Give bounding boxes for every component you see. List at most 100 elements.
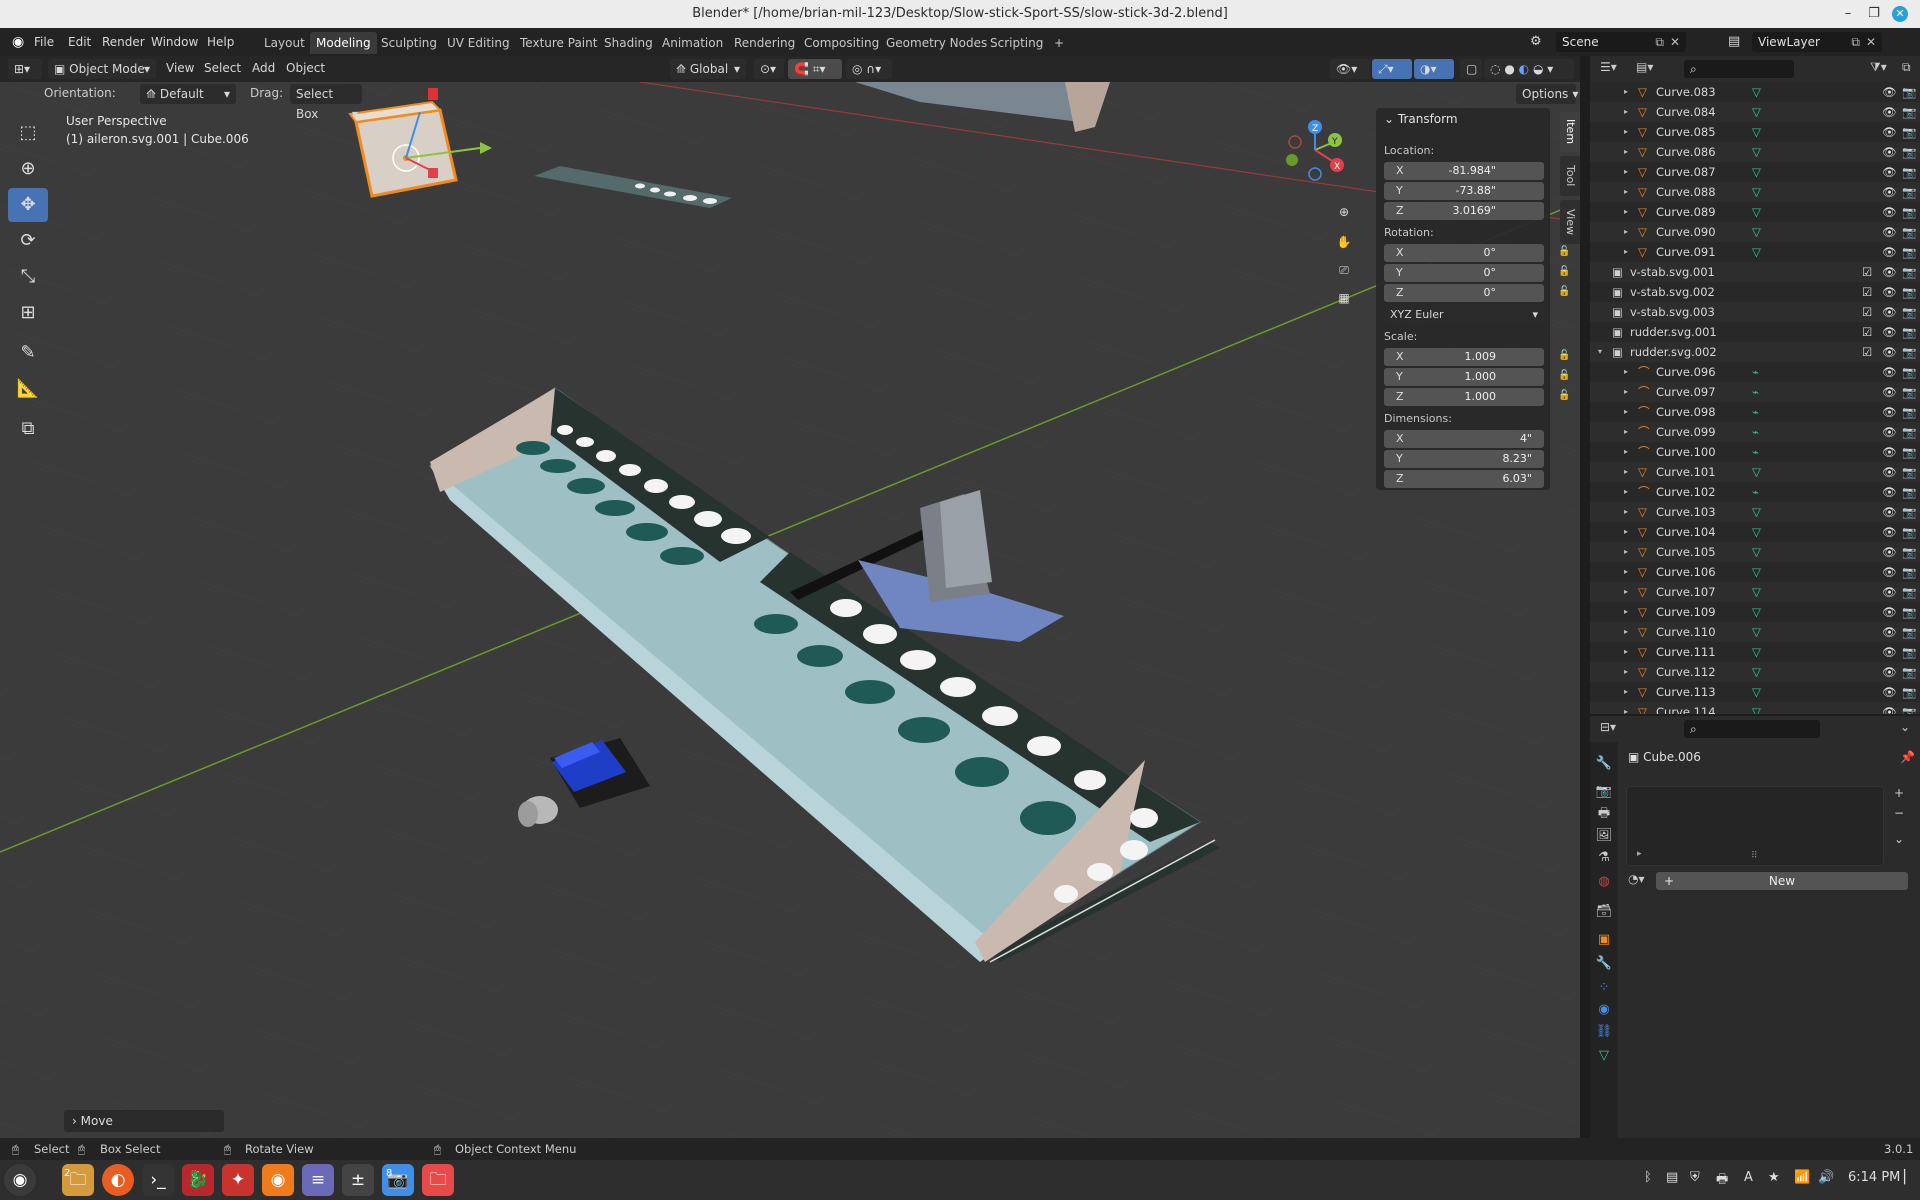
- move-tool-icon[interactable]: ✥: [8, 188, 48, 222]
- scale-x-field[interactable]: X 1.009 🔓: [1384, 348, 1570, 366]
- visibility-eye-icon[interactable]: 👁: [1882, 162, 1897, 182]
- star-icon[interactable]: ★: [1768, 1170, 1780, 1185]
- menu-file[interactable]: File: [28, 33, 60, 51]
- outliner-row[interactable]: ▣ v-stab.svg.001 ☑ 👁 📷: [1590, 262, 1920, 282]
- object-properties-icon[interactable]: ▣: [1594, 930, 1614, 950]
- visibility-eye-icon[interactable]: 👁: [1882, 462, 1897, 482]
- expand-arrow-icon[interactable]: ▸: [1624, 162, 1628, 182]
- data-properties-icon[interactable]: ▽: [1594, 1046, 1614, 1066]
- expand-arrow-icon[interactable]: ▸: [1624, 522, 1628, 542]
- add-cube-tool-icon[interactable]: ⧉: [8, 412, 48, 446]
- physics-properties-icon[interactable]: ◉: [1594, 1000, 1614, 1020]
- render-visibility-icon[interactable]: 📷: [1902, 402, 1916, 422]
- select-box-tool-icon[interactable]: ⬚: [8, 116, 48, 150]
- visibility-eye-icon[interactable]: 👁: [1882, 322, 1897, 342]
- visibility-eye-icon[interactable]: 👁: [1882, 482, 1897, 502]
- render-visibility-icon[interactable]: 📷: [1902, 342, 1916, 362]
- menu-help[interactable]: Help: [201, 33, 240, 51]
- annotate-tool-icon[interactable]: ✎: [8, 336, 48, 370]
- tool-properties-icon[interactable]: 🔧: [1594, 754, 1614, 774]
- visibility-eye-icon[interactable]: 👁: [1882, 542, 1897, 562]
- folder-active-icon[interactable]: 🗀: [422, 1164, 454, 1196]
- outliner-row[interactable]: ▸ ▽ Curve.109 ▽ 👁 📷: [1590, 602, 1920, 622]
- render-properties-icon[interactable]: 📷: [1594, 782, 1614, 802]
- shading-mode-buttons[interactable]: ◌ ● ◐ ◒ ▾: [1484, 59, 1574, 79]
- material-browse-icon[interactable]: ◔▾: [1628, 872, 1654, 890]
- scale-z-field[interactable]: Z 1.000 🔓: [1384, 388, 1570, 406]
- menu-add[interactable]: Add: [246, 59, 281, 77]
- curve-data-icon[interactable]: ⌁: [1752, 382, 1759, 402]
- visibility-eye-icon[interactable]: 👁: [1882, 242, 1897, 262]
- curve-data-icon[interactable]: ▽: [1752, 542, 1761, 562]
- screenshot-icon[interactable]: 📷 8: [382, 1164, 414, 1196]
- menu-view[interactable]: View: [160, 59, 200, 77]
- lock-icon[interactable]: 🔓: [1558, 350, 1570, 362]
- expand-arrow-icon[interactable]: ▸: [1624, 702, 1628, 714]
- expand-arrow-icon[interactable]: ▸: [1624, 422, 1628, 442]
- expand-arrow-icon[interactable]: ▸: [1624, 82, 1628, 102]
- filter-icon[interactable]: ⧩▾: [1870, 60, 1887, 75]
- world-properties-icon[interactable]: ◍: [1594, 872, 1614, 892]
- gizmo-toggle-icon[interactable]: ⤢▾: [1372, 59, 1412, 79]
- render-visibility-icon[interactable]: 📷: [1902, 682, 1916, 702]
- constraint-properties-icon[interactable]: ⛓: [1594, 1022, 1614, 1042]
- expand-arrow-icon[interactable]: ▸: [1624, 542, 1628, 562]
- modifier-properties-icon[interactable]: 🔧: [1594, 954, 1614, 974]
- outliner-row[interactable]: ▸ ⌒ Curve.102 ⌁ 👁 📷: [1590, 482, 1920, 502]
- scale-tool-icon[interactable]: ⤡: [8, 260, 48, 294]
- curve-data-icon[interactable]: ▽: [1752, 622, 1761, 642]
- render-visibility-icon[interactable]: 📷: [1902, 82, 1916, 102]
- curve-data-icon[interactable]: ▽: [1752, 522, 1761, 542]
- add-slot-icon[interactable]: +: [1890, 786, 1908, 804]
- curve-data-icon[interactable]: ▽: [1752, 682, 1761, 702]
- display-mode-icon[interactable]: ▤▾: [1636, 60, 1653, 74]
- render-visibility-icon[interactable]: 📷: [1902, 622, 1916, 642]
- curve-data-icon[interactable]: ▽: [1752, 602, 1761, 622]
- outliner-row[interactable]: ▸ ▽ Curve.106 ▽ 👁 📷: [1590, 562, 1920, 582]
- curve-data-icon[interactable]: ⌁: [1752, 442, 1759, 462]
- material-shading-icon[interactable]: ◐: [1519, 62, 1529, 76]
- render-visibility-icon[interactable]: 📷: [1902, 182, 1916, 202]
- proportional-edit-icon[interactable]: ◎ ∩▾: [846, 59, 892, 79]
- maximize-icon[interactable]: ❐: [1866, 6, 1882, 22]
- expand-arrow-icon[interactable]: ▸: [1624, 242, 1628, 262]
- terminal-icon[interactable]: ›_: [142, 1164, 174, 1196]
- curve-data-icon[interactable]: ▽: [1752, 82, 1761, 102]
- tab-texture-paint[interactable]: Texture Paint: [514, 32, 603, 54]
- rotation-z-field[interactable]: Z 0° 🔓: [1384, 284, 1570, 302]
- expand-arrow-icon[interactable]: ▸: [1624, 662, 1628, 682]
- dimensions-z-field[interactable]: Z 6.03": [1384, 470, 1544, 488]
- expand-arrow-icon[interactable]: ▸: [1624, 142, 1628, 162]
- material-slot-list[interactable]: ▸ ⠿: [1626, 786, 1884, 866]
- visibility-eye-icon[interactable]: 👁: [1882, 222, 1897, 242]
- visibility-eye-icon[interactable]: 👁: [1882, 202, 1897, 222]
- transform-orientation-selector[interactable]: ⟰ Global ▾: [670, 59, 746, 79]
- curve-data-icon[interactable]: ▽: [1752, 102, 1761, 122]
- rendered-shading-icon[interactable]: ◒: [1533, 62, 1543, 76]
- expand-arrow-icon[interactable]: ▸: [1624, 622, 1628, 642]
- visibility-eye-icon[interactable]: 👁: [1882, 142, 1897, 162]
- render-visibility-icon[interactable]: 📷: [1902, 582, 1916, 602]
- outliner-row[interactable]: ▸ ▽ Curve.110 ▽ 👁 📷: [1590, 622, 1920, 642]
- outliner-row[interactable]: ▸ ▽ Curve.105 ▽ 👁 📷: [1590, 542, 1920, 562]
- view-layer-properties-icon[interactable]: 🖼: [1594, 826, 1614, 846]
- curve-data-icon[interactable]: ⌁: [1752, 362, 1759, 382]
- outliner-row[interactable]: ▸ ⌒ Curve.100 ⌁ 👁 📷: [1590, 442, 1920, 462]
- add-workspace-button[interactable]: +: [1048, 32, 1070, 54]
- visibility-eye-icon[interactable]: 👁: [1882, 262, 1897, 282]
- pivot-point-icon[interactable]: ⊙▾: [754, 59, 784, 79]
- curve-data-icon[interactable]: ▽: [1752, 582, 1761, 602]
- bluetooth-icon[interactable]: ᛒ: [1644, 1170, 1652, 1185]
- menu-window[interactable]: Window: [145, 33, 204, 51]
- curve-data-icon[interactable]: ⌁: [1752, 422, 1759, 442]
- tab-item[interactable]: Item: [1560, 112, 1580, 152]
- output-properties-icon[interactable]: 🖶: [1594, 804, 1614, 824]
- wireframe-shading-icon[interactable]: ◌: [1490, 62, 1500, 76]
- render-visibility-icon[interactable]: 📷: [1902, 502, 1916, 522]
- expand-arrow-icon[interactable]: ▸: [1637, 849, 1642, 859]
- outliner-row[interactable]: ▾ ▣ rudder.svg.002 ☑ 👁 📷: [1590, 342, 1920, 362]
- outliner-row[interactable]: ▸ ▽ Curve.084 ▽ 👁 📷: [1590, 102, 1920, 122]
- dimensions-y-field[interactable]: Y 8.23": [1384, 450, 1544, 468]
- copy-scene-icon[interactable]: ⧉: [1655, 32, 1664, 52]
- desktop-corner-icon[interactable]: ▏: [1904, 1170, 1914, 1185]
